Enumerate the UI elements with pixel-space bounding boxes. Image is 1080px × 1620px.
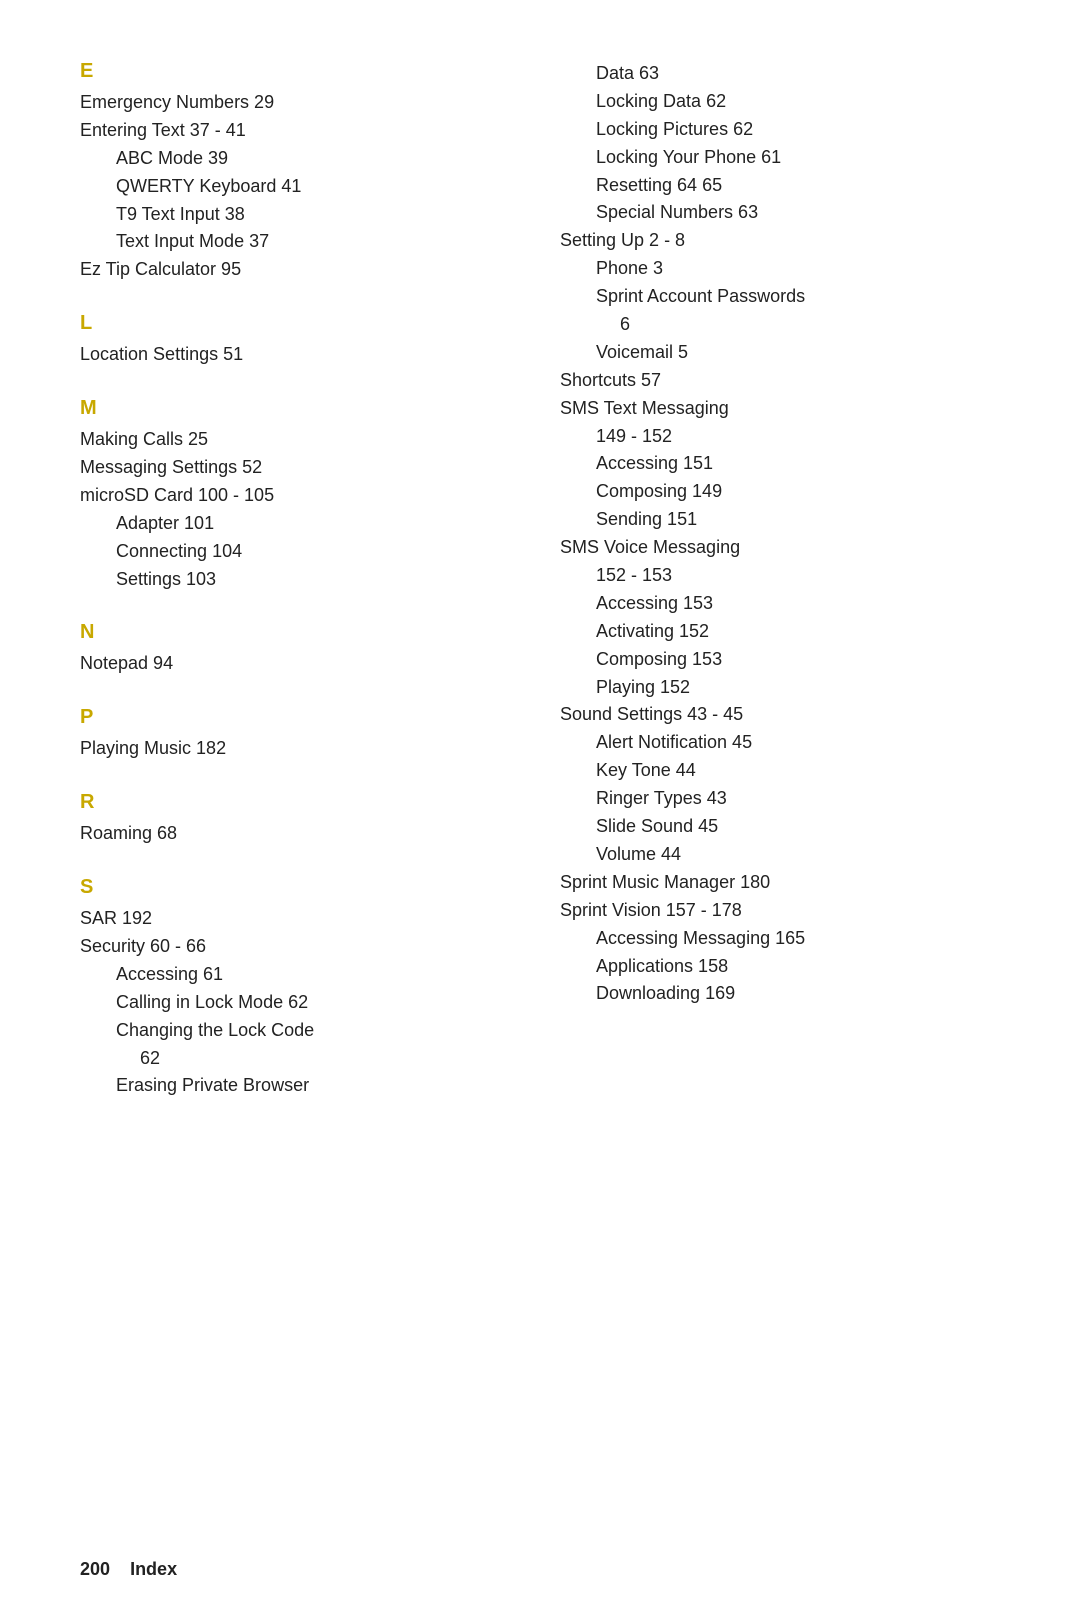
list-item: Composing 149 xyxy=(560,478,1000,506)
list-item: Playing 152 xyxy=(560,674,1000,702)
section-letter: P xyxy=(80,706,520,729)
list-item: Calling in Lock Mode 62 xyxy=(80,989,520,1017)
list-item: Making Calls 25 xyxy=(80,426,520,454)
list-item: QWERTY Keyboard 41 xyxy=(80,173,520,201)
list-item: Settings 103 xyxy=(80,566,520,594)
list-item: Notepad 94 xyxy=(80,650,520,678)
section-l: L Location Settings 51 xyxy=(80,312,520,369)
list-item: Sound Settings 43 - 45 xyxy=(560,701,1000,729)
list-item: Emergency Numbers 29 xyxy=(80,89,520,117)
section-letter: S xyxy=(80,876,520,899)
footer-label: Index xyxy=(130,1559,177,1579)
list-item: Applications 158 xyxy=(560,953,1000,981)
list-item: Roaming 68 xyxy=(80,820,520,848)
list-item: Connecting 104 xyxy=(80,538,520,566)
list-item: Adapter 101 xyxy=(80,510,520,538)
list-item: microSD Card 100 - 105 xyxy=(80,482,520,510)
list-item: Ez Tip Calculator 95 xyxy=(80,256,520,284)
list-item: Sending 151 xyxy=(560,506,1000,534)
list-item: Slide Sound 45 xyxy=(560,813,1000,841)
list-item: Location Settings 51 xyxy=(80,341,520,369)
list-item: Data 63 xyxy=(560,60,1000,88)
list-item: Accessing 61 xyxy=(80,961,520,989)
section-s: S SAR 192Security 60 - 66Accessing 61Call… xyxy=(80,876,520,1100)
list-item: Accessing 153 xyxy=(560,590,1000,618)
list-item: Ringer Types 43 xyxy=(560,785,1000,813)
list-item: Locking Pictures 62 xyxy=(560,116,1000,144)
list-item: Special Numbers 63 xyxy=(560,199,1000,227)
left-column: E Emergency Numbers 29Entering Text 37 - … xyxy=(80,60,550,1128)
section-n: N Notepad 94 xyxy=(80,621,520,678)
section-p: P Playing Music 182 xyxy=(80,706,520,763)
list-item: SMS Voice Messaging xyxy=(560,534,1000,562)
list-item: 149 - 152 xyxy=(560,423,1000,451)
footer-page-number: 200 xyxy=(80,1559,110,1579)
page: E Emergency Numbers 29Entering Text 37 - … xyxy=(0,0,1080,1208)
list-item: Locking Data 62 xyxy=(560,88,1000,116)
right-column: Data 63Locking Data 62Locking Pictures 6… xyxy=(550,60,1020,1128)
list-item: Accessing 151 xyxy=(560,450,1000,478)
list-item: Entering Text 37 - 41 xyxy=(80,117,520,145)
list-item: Erasing Private Browser xyxy=(80,1072,520,1100)
list-item: Resetting 64 65 xyxy=(560,172,1000,200)
list-item: Sprint Vision 157 - 178 xyxy=(560,897,1000,925)
list-item: Security 60 - 66 xyxy=(80,933,520,961)
list-item: Shortcuts 57 xyxy=(560,367,1000,395)
list-item: Setting Up 2 - 8 xyxy=(560,227,1000,255)
list-item: Sprint Account Passwords xyxy=(560,283,1000,311)
list-item: SAR 192 xyxy=(80,905,520,933)
section-letter: N xyxy=(80,621,520,644)
right-section: Data 63Locking Data 62Locking Pictures 6… xyxy=(560,60,1000,1008)
list-item: Playing Music 182 xyxy=(80,735,520,763)
list-item: Changing the Lock Code xyxy=(80,1017,520,1045)
section-e: E Emergency Numbers 29Entering Text 37 - … xyxy=(80,60,520,284)
list-item: SMS Text Messaging xyxy=(560,395,1000,423)
section-letter: R xyxy=(80,791,520,814)
list-item: ABC Mode 39 xyxy=(80,145,520,173)
list-item: Alert Notification 45 xyxy=(560,729,1000,757)
list-item: Sprint Music Manager 180 xyxy=(560,869,1000,897)
list-item: Key Tone 44 xyxy=(560,757,1000,785)
list-item: Downloading 169 xyxy=(560,980,1000,1008)
list-item: Phone 3 xyxy=(560,255,1000,283)
section-letter: L xyxy=(80,312,520,335)
list-item: Composing 153 xyxy=(560,646,1000,674)
footer: 200 Index xyxy=(80,1559,177,1580)
list-item: 152 - 153 xyxy=(560,562,1000,590)
list-item: Text Input Mode 37 xyxy=(80,228,520,256)
list-item: Activating 152 xyxy=(560,618,1000,646)
section-letter: E xyxy=(80,60,520,83)
list-item: Locking Your Phone 61 xyxy=(560,144,1000,172)
list-item: Volume 44 xyxy=(560,841,1000,869)
section-r: R Roaming 68 xyxy=(80,791,520,848)
list-item: 6 xyxy=(560,311,1000,339)
list-item: Voicemail 5 xyxy=(560,339,1000,367)
list-item: Accessing Messaging 165 xyxy=(560,925,1000,953)
section-letter: M xyxy=(80,397,520,420)
section-m: M Making Calls 25Messaging Settings 52mic… xyxy=(80,397,520,593)
list-item: Messaging Settings 52 xyxy=(80,454,520,482)
list-item: 62 xyxy=(80,1045,520,1073)
list-item: T9 Text Input 38 xyxy=(80,201,520,229)
